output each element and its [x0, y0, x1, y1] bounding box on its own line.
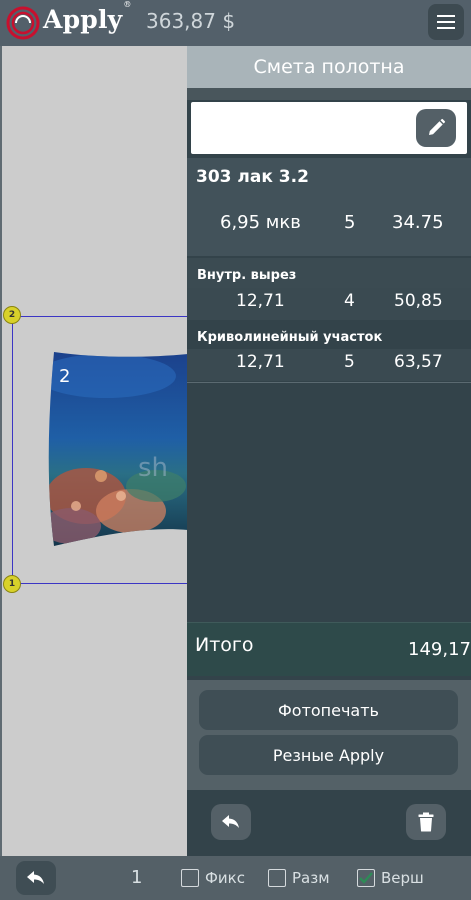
checkbox-label: Разм: [292, 869, 330, 887]
top-bar: Apply® 363,87 $: [0, 0, 471, 46]
undo-arrow-icon: [222, 815, 239, 828]
undo-arrow-icon: [27, 871, 44, 884]
material-sum: 34.75: [392, 212, 444, 233]
item-title: Криволинейный участок: [197, 330, 383, 345]
size-checkbox[interactable]: Разм: [268, 867, 330, 889]
divider: [187, 382, 471, 383]
checkbox-label: Фикс: [205, 869, 245, 887]
action-buttons: Фотопечать Резные Apply: [187, 680, 471, 790]
item-price: 4: [344, 291, 355, 311]
edit-button[interactable]: [416, 109, 456, 147]
item-row: 12,71 5 63,57: [187, 352, 471, 382]
checkbox-box[interactable]: [357, 869, 375, 887]
menu-button[interactable]: [428, 4, 464, 40]
selection-frame: [12, 316, 188, 584]
panel-undo-button[interactable]: [211, 804, 251, 840]
item-title: Внутр. вырез: [197, 268, 297, 283]
trash-icon: [418, 812, 434, 832]
panel-title: Смета полотна: [187, 46, 471, 88]
brand-mark: ®: [123, 0, 132, 9]
estimate-panel: Смета полотна 303 лак 3.2 6,95 мкв 5 34.…: [187, 46, 471, 856]
item-sum: 50,85: [394, 291, 443, 311]
material-area: 6,95 мкв: [220, 212, 301, 233]
carved-apply-button[interactable]: Резные Apply: [199, 735, 458, 775]
fix-checkbox[interactable]: Фикс: [181, 867, 245, 889]
checkbox-box[interactable]: [268, 869, 286, 887]
hamburger-icon: [437, 15, 455, 29]
panel-divider: [187, 88, 471, 100]
item-price: 5: [344, 352, 355, 372]
bottom-toolbar: 1 Фикс Разм Верш: [0, 856, 471, 900]
checkbox-box[interactable]: [181, 869, 199, 887]
material-row: 6,95 мкв 5 34.75: [187, 196, 471, 256]
checkmark-icon: [359, 872, 373, 884]
total-label: Итого: [195, 634, 254, 656]
vertex-handle-1[interactable]: 1: [3, 575, 21, 593]
vertex-handle-2[interactable]: 2: [3, 306, 21, 324]
page-number: 1: [131, 867, 143, 888]
apply-logo-icon: [6, 6, 40, 40]
panel-toolbar: [187, 790, 471, 856]
material-quantity: 5: [344, 212, 356, 233]
item-sum: 63,57: [394, 352, 443, 372]
brand-name: Apply®: [43, 0, 132, 34]
delete-button[interactable]: [406, 804, 446, 840]
checkbox-label: Верш: [381, 869, 424, 887]
pencil-icon: [429, 118, 446, 135]
item-length: 12,71: [236, 291, 285, 311]
item-row: 12,71 4 50,85: [187, 291, 471, 321]
material-name: 303 лак 3.2: [187, 158, 471, 196]
brand-text: Apply: [43, 5, 123, 34]
photo-print-button[interactable]: Фотопечать: [199, 690, 458, 730]
item-length: 12,71: [236, 352, 285, 372]
total-value: 149,17: [408, 639, 471, 660]
total-bar: Итого 149,17: [187, 622, 471, 676]
undo-button[interactable]: [16, 861, 56, 895]
total-price: 363,87 $: [146, 9, 236, 33]
vertex-checkbox[interactable]: Верш: [357, 867, 424, 889]
canvas-left-border: [0, 46, 2, 856]
